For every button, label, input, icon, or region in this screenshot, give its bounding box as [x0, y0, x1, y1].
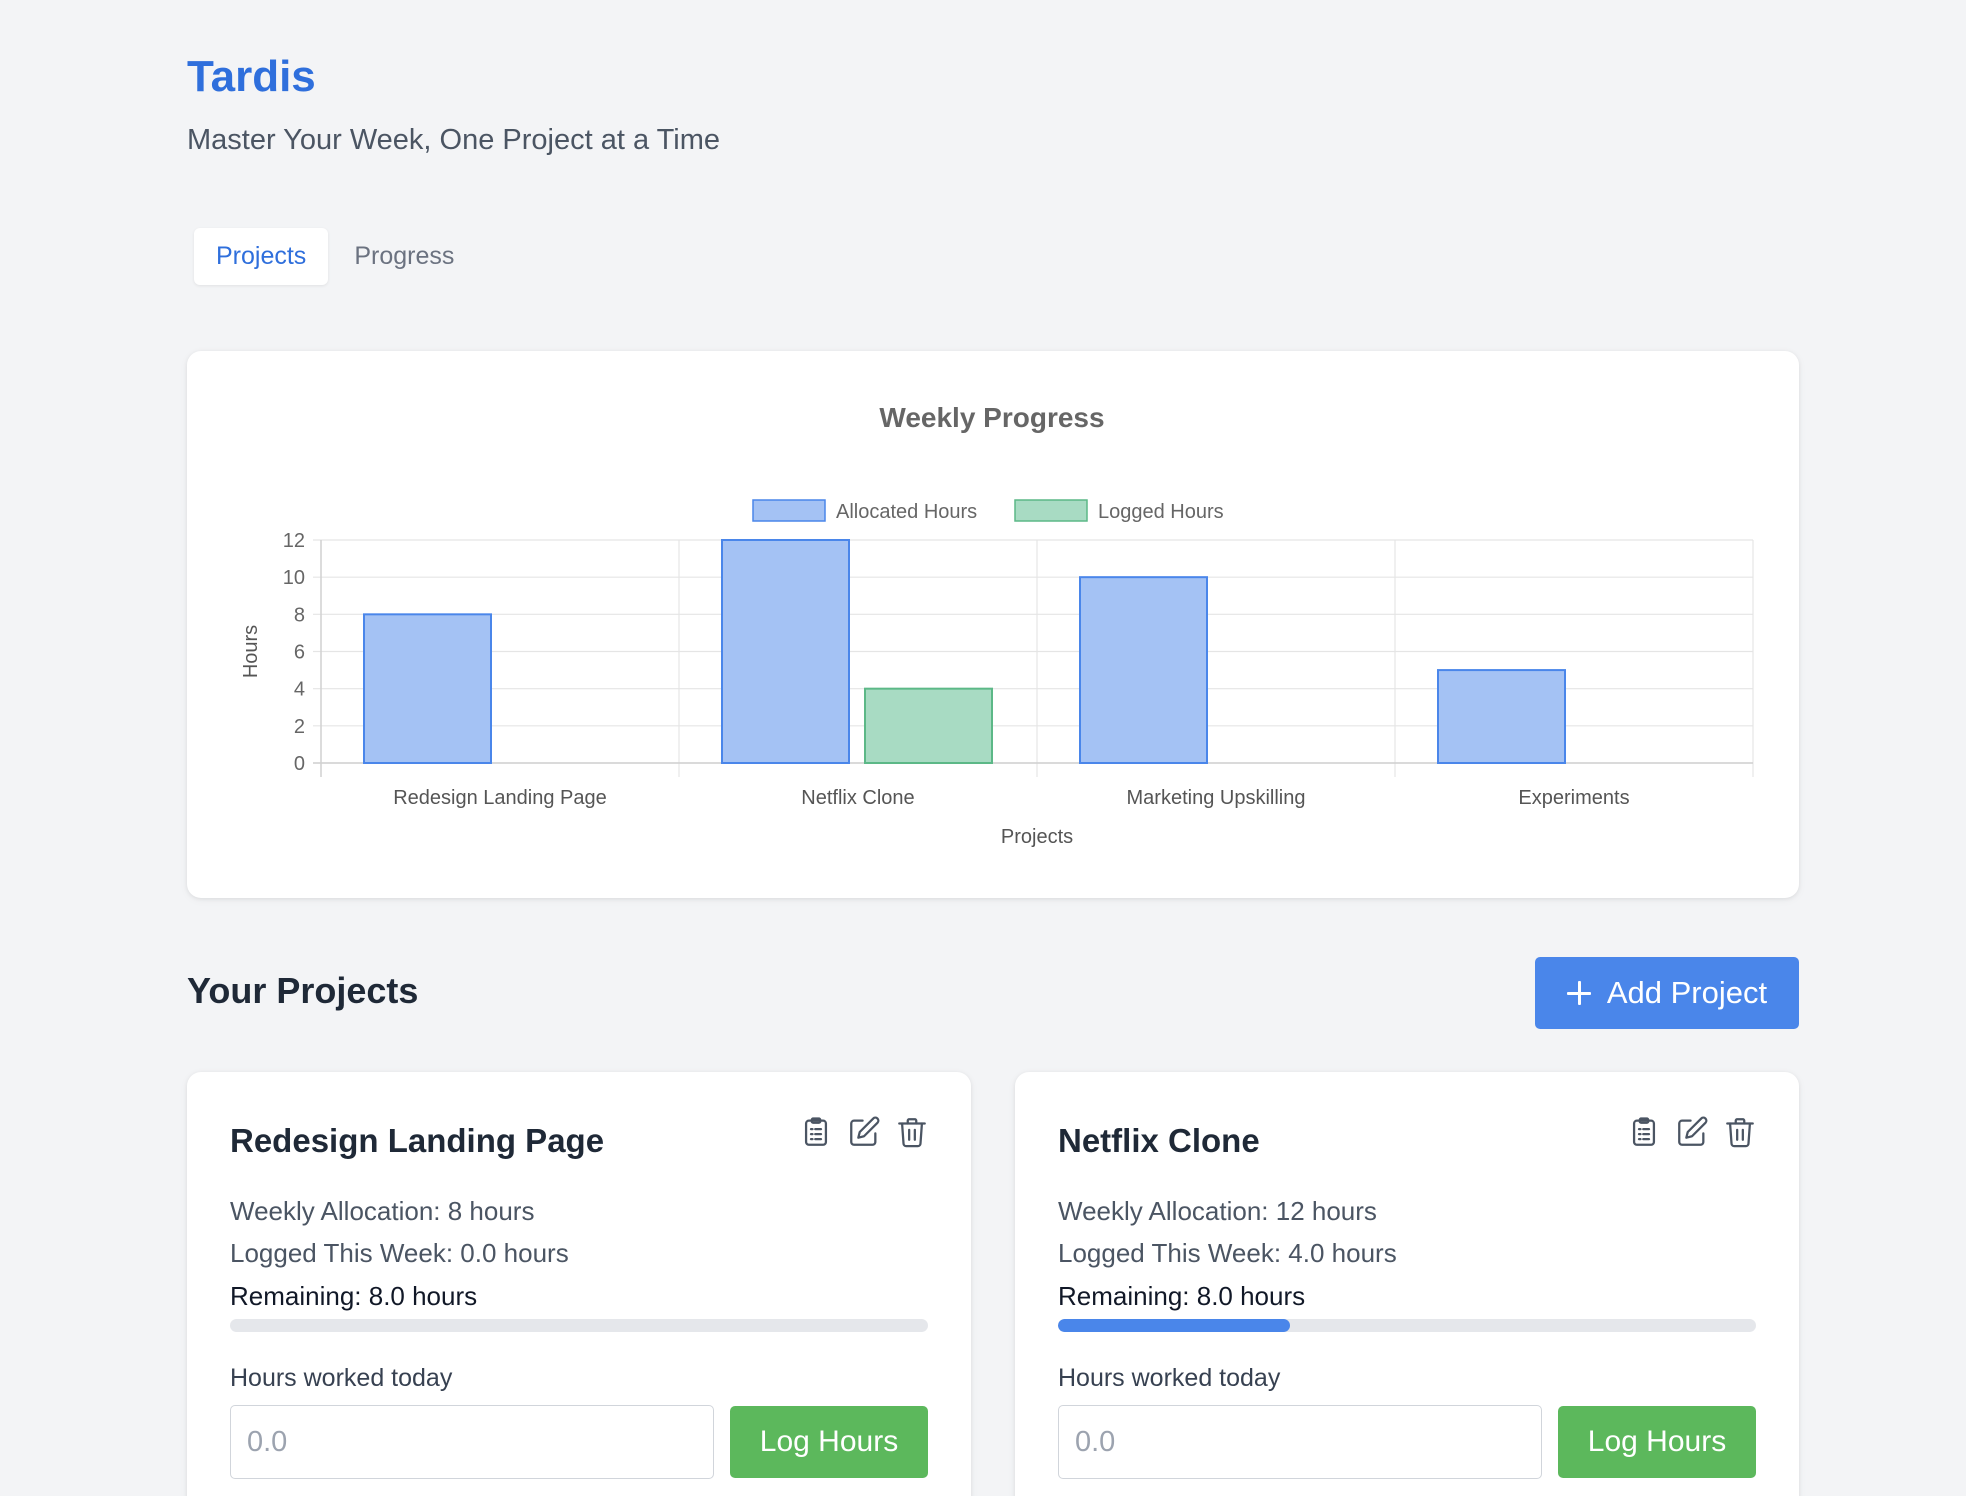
chart-card: Weekly Progress Allocated Hours Logged Hou… — [187, 351, 1799, 898]
app-title: Tardis — [187, 52, 316, 101]
legend-swatch — [752, 499, 826, 522]
bar — [864, 687, 993, 764]
hours-label: Hours worked today — [1058, 1364, 1281, 1392]
legend-swatch — [1014, 499, 1088, 522]
x-axis-label: Projects — [1001, 826, 1073, 848]
weekly-allocation: Weekly Allocation: 8 hours — [230, 1196, 535, 1226]
trash-icon[interactable] — [1723, 1114, 1757, 1150]
project-name: Redesign Landing Page — [230, 1122, 605, 1159]
x-tick-label: Redesign Landing Page — [393, 787, 607, 809]
weekly-allocation: Weekly Allocation: 12 hours — [1058, 1196, 1377, 1226]
progress-fill — [1058, 1319, 1291, 1332]
bar — [363, 613, 492, 765]
remaining-hours: Remaining: 8.0 hours — [230, 1281, 478, 1311]
logged-this-week: Logged This Week: 0.0 hours — [230, 1238, 569, 1268]
edit-icon[interactable] — [847, 1114, 881, 1150]
bar — [1079, 576, 1208, 764]
project-card: Netflix Clone Weekly Allocation: 12 hour… — [1015, 1072, 1799, 1496]
y-tick-label: 8 — [294, 604, 305, 626]
card-actions — [1627, 1114, 1757, 1150]
remaining-hours: Remaining: 8.0 hours — [1058, 1281, 1306, 1311]
legend-label: Allocated Hours — [836, 501, 977, 523]
add-project-label: Add Project — [1606, 975, 1768, 1010]
project-card: Redesign Landing Page Weekly Allocation:… — [187, 1072, 971, 1496]
section-title: Your Projects — [187, 970, 419, 1011]
hours-input[interactable] — [230, 1405, 714, 1479]
y-tick-label: 10 — [283, 567, 305, 589]
clipboard-icon[interactable] — [1627, 1114, 1661, 1150]
chart-title: Weekly Progress — [879, 402, 1104, 433]
y-tick-label: 4 — [294, 679, 305, 701]
clipboard-icon[interactable] — [799, 1114, 833, 1150]
app-subtitle: Master Your Week, One Project at a Time — [187, 124, 720, 156]
hours-input[interactable] — [1058, 1405, 1542, 1479]
y-axis-label: Hours — [240, 625, 262, 678]
log-hours-button[interactable]: Log Hours — [730, 1406, 928, 1478]
x-tick-label: Experiments — [1518, 787, 1629, 809]
tab-bar: Projects Progress — [194, 228, 476, 285]
tab-progress[interactable]: Progress — [332, 228, 476, 285]
project-name: Netflix Clone — [1058, 1122, 1260, 1159]
y-tick-label: 2 — [294, 716, 305, 738]
card-actions — [799, 1114, 929, 1150]
legend-label: Logged Hours — [1098, 501, 1224, 523]
plus-icon — [1566, 981, 1591, 1005]
trash-icon[interactable] — [895, 1114, 929, 1150]
progress-bar — [1058, 1319, 1756, 1332]
add-project-button[interactable]: Add Project — [1535, 957, 1799, 1029]
tab-projects[interactable]: Projects — [194, 228, 329, 285]
progress-bar — [230, 1319, 928, 1332]
y-tick-label: 0 — [294, 753, 305, 775]
bar — [1437, 669, 1566, 765]
log-hours-button[interactable]: Log Hours — [1558, 1406, 1756, 1478]
x-tick-label: Marketing Upskilling — [1127, 787, 1306, 809]
y-tick-label: 12 — [283, 530, 305, 552]
x-tick-label: Netflix Clone — [801, 787, 914, 809]
hours-label: Hours worked today — [230, 1364, 453, 1392]
y-tick-label: 6 — [294, 642, 305, 664]
bar — [721, 539, 850, 764]
edit-icon[interactable] — [1675, 1114, 1709, 1150]
weekly-progress-chart: Weekly Progress Allocated Hours Logged Hou… — [240, 402, 1754, 848]
logged-this-week: Logged This Week: 4.0 hours — [1058, 1238, 1397, 1268]
